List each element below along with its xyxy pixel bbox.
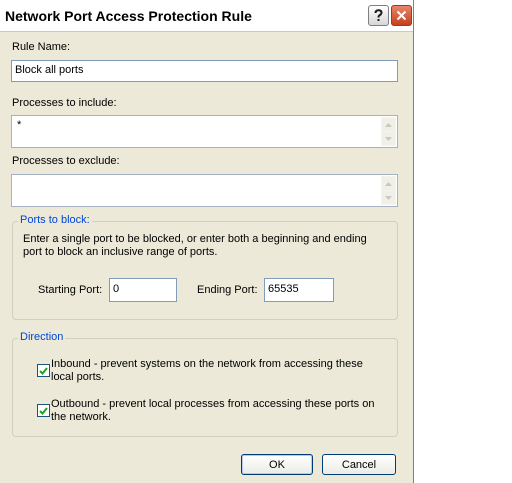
- starting-port-label: Starting Port:: [38, 284, 103, 296]
- direction-group: Direction Inbound - prevent systems on t…: [12, 331, 398, 437]
- processes-include-scrollbar[interactable]: [381, 117, 396, 146]
- close-x-icon: [396, 10, 407, 21]
- ending-port-input[interactable]: 65535: [264, 278, 334, 302]
- ok-button[interactable]: OK: [241, 454, 313, 475]
- outbound-checkbox[interactable]: [37, 404, 50, 417]
- dialog-window: Network Port Access Protection Rule Rule…: [0, 0, 414, 483]
- processes-include-input[interactable]: *: [11, 115, 398, 148]
- ending-port-label: Ending Port:: [197, 284, 258, 296]
- scroll-up-arrow-icon[interactable]: [382, 118, 395, 131]
- scroll-down-arrow-icon[interactable]: [382, 132, 395, 145]
- scroll-down-arrow-icon[interactable]: [382, 191, 395, 204]
- processes-exclude-scrollbar[interactable]: [381, 176, 396, 205]
- inbound-label[interactable]: Inbound - prevent systems on the network…: [51, 358, 381, 384]
- starting-port-value: 0: [113, 283, 120, 295]
- checkmark-icon: [39, 366, 48, 375]
- question-mark-icon: [374, 9, 383, 21]
- scroll-up-arrow-icon[interactable]: [382, 177, 395, 190]
- rule-name-input[interactable]: Block all ports: [11, 60, 398, 82]
- ports-description: Enter a single port to be blocked, or en…: [23, 233, 367, 258]
- processes-include-value: *: [17, 119, 22, 131]
- ending-port-value: 65535: [268, 283, 299, 295]
- window-title: Network Port Access Protection Rule: [5, 8, 252, 24]
- help-button[interactable]: [368, 5, 389, 26]
- starting-port-input[interactable]: 0: [109, 278, 177, 302]
- ports-group-legend: Ports to block:: [18, 214, 92, 226]
- checkmark-icon: [39, 406, 48, 415]
- cancel-button[interactable]: Cancel: [322, 454, 396, 475]
- processes-exclude-label: Processes to exclude:: [12, 155, 120, 167]
- ports-to-block-group: Ports to block: Enter a single port to b…: [12, 214, 398, 320]
- rule-name-value: Block all ports: [15, 64, 84, 76]
- direction-group-legend: Direction: [18, 331, 66, 343]
- title-bar[interactable]: Network Port Access Protection Rule: [0, 0, 413, 32]
- rule-name-label: Rule Name:: [12, 41, 71, 53]
- processes-include-label: Processes to include:: [12, 97, 117, 109]
- processes-exclude-input[interactable]: [11, 174, 398, 207]
- outbound-label[interactable]: Outbound - prevent local processes from …: [51, 398, 381, 424]
- inbound-checkbox[interactable]: [37, 364, 50, 377]
- close-button[interactable]: [391, 5, 412, 26]
